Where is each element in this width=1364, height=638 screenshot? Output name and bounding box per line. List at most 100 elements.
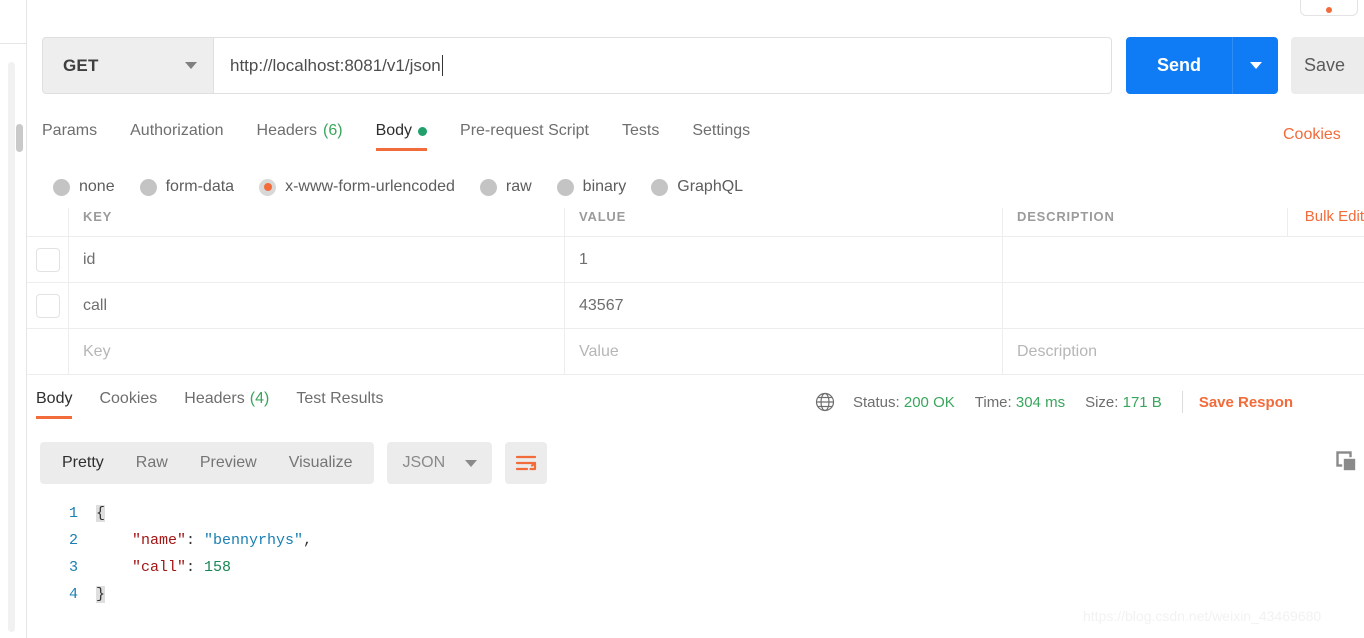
radio-circle-icon (651, 179, 668, 196)
radio-x-www-form-urlencoded[interactable]: x-www-form-urlencoded (259, 178, 455, 196)
cell-key[interactable]: call (68, 283, 564, 328)
http-method-select[interactable]: GET (42, 37, 214, 94)
top-right-widget[interactable] (1300, 0, 1358, 16)
row-checkbox[interactable] (36, 248, 60, 272)
view-mode-segmented-control: Pretty Raw Preview Visualize (40, 442, 374, 484)
cell-key-text: id (83, 251, 95, 269)
tab-label: Authorization (130, 122, 223, 140)
cell-value[interactable]: 1 (564, 237, 1002, 282)
wrap-lines-button[interactable] (505, 442, 547, 484)
view-mode-visualize[interactable]: Visualize (273, 454, 369, 472)
cell-description[interactable] (1002, 237, 1364, 282)
response-body-code[interactable]: 1 { 2 "name": "bennyrhys", 3 "call": 158… (40, 500, 1364, 608)
copy-response-button[interactable] (1335, 450, 1359, 479)
cell-value-placeholder: Value (579, 343, 619, 361)
bulk-edit-button[interactable]: Bulk Edit (1287, 208, 1364, 236)
response-size-display: Size: 171 B (1085, 394, 1162, 411)
response-format-select[interactable]: JSON (387, 442, 492, 484)
size-label: Size: (1085, 394, 1118, 411)
http-method-label: GET (63, 56, 99, 76)
response-view-toolbar: Pretty Raw Preview Visualize JSON (40, 442, 547, 484)
tab-params[interactable]: Params (42, 122, 97, 151)
tab-headers[interactable]: Headers (6) (257, 122, 343, 151)
wrap-text-icon (515, 453, 537, 473)
tab-label: Pre-request Script (460, 122, 589, 140)
cell-description[interactable] (1002, 283, 1364, 328)
radio-raw[interactable]: raw (480, 178, 532, 196)
sidebar-scrollbar-thumb[interactable] (16, 124, 23, 152)
time-value: 304 ms (1016, 394, 1065, 411)
tab-tests[interactable]: Tests (622, 122, 659, 151)
cell-key-placeholder: Key (83, 343, 111, 361)
params-table-header: KEY VALUE DESCRIPTION Bulk Edit (27, 208, 1364, 236)
row-checkbox-cell[interactable] (27, 283, 68, 328)
tab-pre-request-script[interactable]: Pre-request Script (460, 122, 589, 151)
time-label: Time: (975, 394, 1012, 411)
status-label: Status: (853, 394, 900, 411)
url-input-value: http://localhost:8081/v1/json (230, 56, 441, 76)
cell-value-text: 43567 (579, 297, 624, 315)
table-row[interactable]: call 43567 (27, 282, 1364, 328)
response-time-display: Time: 304 ms (975, 394, 1065, 411)
status-divider (1182, 391, 1183, 413)
table-row[interactable]: id 1 (27, 236, 1364, 282)
notification-dot-icon (1326, 7, 1332, 13)
cell-value[interactable]: Value (564, 329, 1002, 374)
column-header-description: DESCRIPTION (1002, 208, 1272, 236)
globe-icon[interactable] (815, 392, 835, 412)
sidebar-scrollbar-track[interactable] (8, 62, 15, 632)
cell-key[interactable]: Key (68, 329, 564, 374)
code-line: 4 } (40, 581, 1364, 608)
radio-none[interactable]: none (53, 178, 115, 196)
radio-graphql[interactable]: GraphQL (651, 178, 743, 196)
url-input[interactable]: http://localhost:8081/v1/json (214, 37, 1112, 94)
send-button[interactable]: Send (1126, 37, 1232, 94)
view-mode-raw[interactable]: Raw (120, 454, 184, 472)
line-number: 1 (40, 505, 96, 522)
radio-label: x-www-form-urlencoded (285, 178, 455, 196)
radio-circle-icon (140, 179, 157, 196)
tab-body[interactable]: Body (376, 122, 427, 151)
radio-label: GraphQL (677, 178, 743, 196)
json-string: "bennyrhys" (204, 532, 303, 549)
sidebar-top-panel (0, 0, 27, 44)
row-checkbox-cell[interactable] (27, 237, 68, 282)
send-options-button[interactable] (1233, 37, 1278, 94)
chevron-down-icon (1250, 62, 1262, 69)
response-tab-headers[interactable]: Headers (4) (184, 390, 269, 419)
response-format-label: JSON (402, 454, 445, 472)
radio-label: none (79, 178, 115, 196)
tab-settings[interactable]: Settings (692, 122, 750, 151)
table-row-placeholder[interactable]: Key Value Description (27, 328, 1364, 374)
tab-label: Body (36, 390, 72, 408)
response-tab-body[interactable]: Body (36, 390, 72, 419)
cell-description[interactable]: Description (1002, 329, 1364, 374)
tab-label: Test Results (296, 390, 383, 408)
view-mode-pretty[interactable]: Pretty (46, 454, 120, 472)
tab-label: Body (376, 122, 412, 140)
column-header-value: VALUE (564, 208, 1002, 236)
tab-authorization[interactable]: Authorization (130, 122, 223, 151)
radio-binary[interactable]: binary (557, 178, 627, 196)
postman-window: GET http://localhost:8081/v1/json Send S… (0, 0, 1364, 638)
radio-form-data[interactable]: form-data (140, 178, 234, 196)
tab-label: Tests (622, 122, 659, 140)
cookies-link[interactable]: Cookies (1283, 126, 1341, 144)
response-tab-test-results[interactable]: Test Results (296, 390, 383, 419)
save-response-button[interactable]: Save Respon (1199, 394, 1293, 411)
cell-value[interactable]: 43567 (564, 283, 1002, 328)
save-request-button[interactable]: Save (1291, 37, 1364, 94)
response-status-bar: Status: 200 OK Time: 304 ms Size: 171 B … (815, 391, 1293, 413)
json-key: "name" (132, 532, 186, 549)
left-sidebar-rail (0, 0, 27, 638)
code-line: 2 "name": "bennyrhys", (40, 527, 1364, 554)
request-url-bar: GET http://localhost:8081/v1/json (42, 37, 1112, 94)
line-number: 4 (40, 586, 96, 603)
row-checkbox[interactable] (36, 294, 60, 318)
size-value: 171 B (1123, 394, 1162, 411)
view-mode-preview[interactable]: Preview (184, 454, 273, 472)
response-tab-cookies[interactable]: Cookies (99, 390, 157, 419)
text-cursor (442, 55, 443, 76)
radio-circle-selected-icon (259, 179, 276, 196)
cell-key[interactable]: id (68, 237, 564, 282)
